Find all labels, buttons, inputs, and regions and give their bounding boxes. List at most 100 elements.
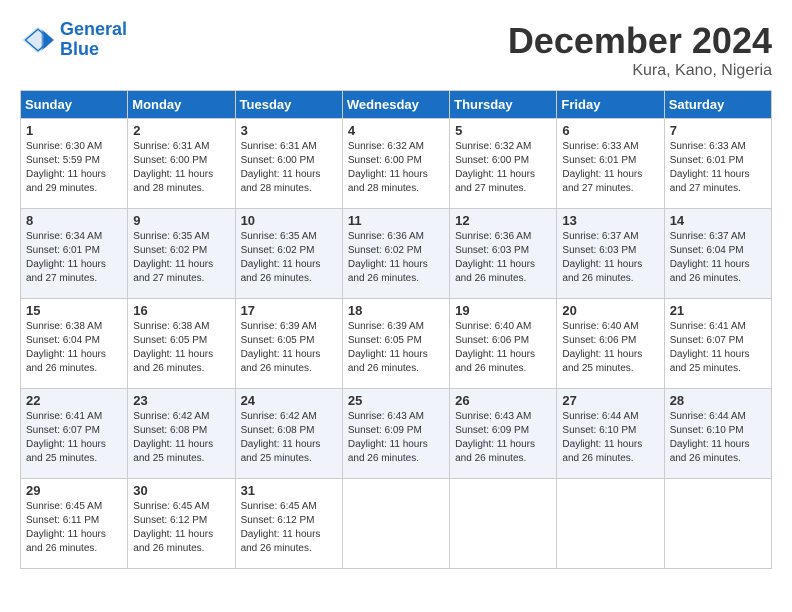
- day-number: 6: [562, 123, 658, 138]
- calendar-cell: 18Sunrise: 6:39 AMSunset: 6:05 PMDayligh…: [342, 299, 449, 389]
- logo: General Blue: [20, 20, 127, 60]
- calendar-cell: 30Sunrise: 6:45 AMSunset: 6:12 PMDayligh…: [128, 479, 235, 569]
- day-info: Sunrise: 6:40 AMSunset: 6:06 PMDaylight:…: [455, 320, 551, 376]
- calendar-cell: 6 Sunrise: 6:33 AMSunset: 6:01 PMDaylight…: [557, 119, 664, 209]
- calendar-cell: 11 Sunrise: 6:36 AMSunset: 6:02 PMDayligh…: [342, 209, 449, 299]
- day-info: Sunrise: 6:44 AMSunset: 6:10 PMDaylight:…: [670, 410, 766, 466]
- day-number: 1: [26, 123, 122, 138]
- calendar-cell: 3 Sunrise: 6:31 AMSunset: 6:00 PMDaylight…: [235, 119, 342, 209]
- day-number: 22: [26, 393, 122, 408]
- day-info: Sunrise: 6:39 AMSunset: 6:05 PMDaylight:…: [348, 320, 444, 376]
- calendar-cell: [450, 479, 557, 569]
- calendar-subtitle: Kura, Kano, Nigeria: [508, 62, 772, 80]
- calendar-cell: 27 Sunrise: 6:44 AMSunset: 6:10 PMDayligh…: [557, 389, 664, 479]
- day-info: Sunrise: 6:36 AMSunset: 6:02 PMDaylight:…: [348, 230, 444, 286]
- calendar-cell: 23 Sunrise: 6:42 AMSunset: 6:08 PMDayligh…: [128, 389, 235, 479]
- day-info: Sunrise: 6:32 AMSunset: 6:00 PMDaylight:…: [455, 140, 551, 196]
- day-number: 14: [670, 213, 766, 228]
- day-number: 31: [241, 483, 337, 498]
- day-info: Sunrise: 6:31 AMSunset: 6:00 PMDaylight:…: [133, 140, 229, 196]
- week-row-2: 8Sunrise: 6:34 AMSunset: 6:01 PMDaylight…: [21, 209, 772, 299]
- logo-icon: [20, 22, 56, 58]
- week-row-4: 22Sunrise: 6:41 AMSunset: 6:07 PMDayligh…: [21, 389, 772, 479]
- title-area: December 2024 Kura, Kano, Nigeria: [508, 20, 772, 80]
- calendar-table: SundayMondayTuesdayWednesdayThursdayFrid…: [20, 90, 772, 569]
- day-info: Sunrise: 6:37 AMSunset: 6:04 PMDaylight:…: [670, 230, 766, 286]
- calendar-cell: 10Sunrise: 6:35 AMSunset: 6:02 PMDayligh…: [235, 209, 342, 299]
- calendar-cell: 20 Sunrise: 6:40 AMSunset: 6:06 PMDayligh…: [557, 299, 664, 389]
- day-info: Sunrise: 6:38 AMSunset: 6:04 PMDaylight:…: [26, 320, 122, 376]
- calendar-cell: 22Sunrise: 6:41 AMSunset: 6:07 PMDayligh…: [21, 389, 128, 479]
- calendar-cell: 12 Sunrise: 6:36 AMSunset: 6:03 PMDayligh…: [450, 209, 557, 299]
- header-saturday: Saturday: [664, 91, 771, 119]
- logo-text: General Blue: [60, 20, 127, 60]
- calendar-cell: 4Sunrise: 6:32 AMSunset: 6:00 PMDaylight…: [342, 119, 449, 209]
- calendar-cell: 7Sunrise: 6:33 AMSunset: 6:01 PMDaylight…: [664, 119, 771, 209]
- day-info: Sunrise: 6:45 AMSunset: 6:11 PMDaylight:…: [26, 500, 122, 556]
- header-friday: Friday: [557, 91, 664, 119]
- day-info: Sunrise: 6:45 AMSunset: 6:12 PMDaylight:…: [241, 500, 337, 556]
- calendar-cell: 8Sunrise: 6:34 AMSunset: 6:01 PMDaylight…: [21, 209, 128, 299]
- calendar-cell: 24 Sunrise: 6:42 AMSunset: 6:08 PMDayligh…: [235, 389, 342, 479]
- day-info: Sunrise: 6:42 AMSunset: 6:08 PMDaylight:…: [133, 410, 229, 466]
- day-number: 15: [26, 303, 122, 318]
- day-info: Sunrise: 6:30 AMSunset: 5:59 PMDaylight:…: [26, 140, 122, 196]
- day-info: Sunrise: 6:32 AMSunset: 6:00 PMDaylight:…: [348, 140, 444, 196]
- calendar-cell: 29 Sunrise: 6:45 AMSunset: 6:11 PMDayligh…: [21, 479, 128, 569]
- header-tuesday: Tuesday: [235, 91, 342, 119]
- calendar-cell: 2 Sunrise: 6:31 AMSunset: 6:00 PMDaylight…: [128, 119, 235, 209]
- calendar-cell: 9Sunrise: 6:35 AMSunset: 6:02 PMDaylight…: [128, 209, 235, 299]
- calendar-cell: [342, 479, 449, 569]
- calendar-cell: 21 Sunrise: 6:41 AMSunset: 6:07 PMDayligh…: [664, 299, 771, 389]
- calendar-cell: 15 Sunrise: 6:38 AMSunset: 6:04 PMDayligh…: [21, 299, 128, 389]
- calendar-cell: 5 Sunrise: 6:32 AMSunset: 6:00 PMDaylight…: [450, 119, 557, 209]
- day-number: 16: [133, 303, 229, 318]
- logo-line1: General: [60, 19, 127, 39]
- day-number: 11: [348, 213, 444, 228]
- day-info: Sunrise: 6:43 AMSunset: 6:09 PMDaylight:…: [455, 410, 551, 466]
- day-info: Sunrise: 6:38 AMSunset: 6:05 PMDaylight:…: [133, 320, 229, 376]
- calendar-cell: [557, 479, 664, 569]
- calendar-cell: 28 Sunrise: 6:44 AMSunset: 6:10 PMDayligh…: [664, 389, 771, 479]
- day-number: 23: [133, 393, 229, 408]
- day-info: Sunrise: 6:41 AMSunset: 6:07 PMDaylight:…: [670, 320, 766, 376]
- calendar-cell: 14 Sunrise: 6:37 AMSunset: 6:04 PMDayligh…: [664, 209, 771, 299]
- day-info: Sunrise: 6:42 AMSunset: 6:08 PMDaylight:…: [241, 410, 337, 466]
- calendar-cell: 31 Sunrise: 6:45 AMSunset: 6:12 PMDayligh…: [235, 479, 342, 569]
- day-number: 26: [455, 393, 551, 408]
- day-number: 2: [133, 123, 229, 138]
- header-thursday: Thursday: [450, 91, 557, 119]
- day-info: Sunrise: 6:43 AMSunset: 6:09 PMDaylight:…: [348, 410, 444, 466]
- calendar-cell: 26 Sunrise: 6:43 AMSunset: 6:09 PMDayligh…: [450, 389, 557, 479]
- day-info: Sunrise: 6:37 AMSunset: 6:03 PMDaylight:…: [562, 230, 658, 286]
- day-info: Sunrise: 6:31 AMSunset: 6:00 PMDaylight:…: [241, 140, 337, 196]
- calendar-header-row: SundayMondayTuesdayWednesdayThursdayFrid…: [21, 91, 772, 119]
- day-info: Sunrise: 6:35 AMSunset: 6:02 PMDaylight:…: [133, 230, 229, 286]
- day-info: Sunrise: 6:44 AMSunset: 6:10 PMDaylight:…: [562, 410, 658, 466]
- day-number: 24: [241, 393, 337, 408]
- day-number: 20: [562, 303, 658, 318]
- day-number: 27: [562, 393, 658, 408]
- day-number: 30: [133, 483, 229, 498]
- day-number: 5: [455, 123, 551, 138]
- calendar-cell: 17Sunrise: 6:39 AMSunset: 6:05 PMDayligh…: [235, 299, 342, 389]
- day-number: 29: [26, 483, 122, 498]
- header-sunday: Sunday: [21, 91, 128, 119]
- week-row-1: 1 Sunrise: 6:30 AMSunset: 5:59 PMDaylight…: [21, 119, 772, 209]
- day-number: 28: [670, 393, 766, 408]
- calendar-cell: 13Sunrise: 6:37 AMSunset: 6:03 PMDayligh…: [557, 209, 664, 299]
- day-info: Sunrise: 6:40 AMSunset: 6:06 PMDaylight:…: [562, 320, 658, 376]
- header-wednesday: Wednesday: [342, 91, 449, 119]
- day-number: 12: [455, 213, 551, 228]
- day-number: 7: [670, 123, 766, 138]
- week-row-3: 15 Sunrise: 6:38 AMSunset: 6:04 PMDayligh…: [21, 299, 772, 389]
- day-info: Sunrise: 6:36 AMSunset: 6:03 PMDaylight:…: [455, 230, 551, 286]
- day-info: Sunrise: 6:33 AMSunset: 6:01 PMDaylight:…: [562, 140, 658, 196]
- day-number: 3: [241, 123, 337, 138]
- calendar-cell: 1 Sunrise: 6:30 AMSunset: 5:59 PMDaylight…: [21, 119, 128, 209]
- header: General Blue December 2024 Kura, Kano, N…: [20, 20, 772, 80]
- day-number: 8: [26, 213, 122, 228]
- calendar-cell: 25 Sunrise: 6:43 AMSunset: 6:09 PMDayligh…: [342, 389, 449, 479]
- day-number: 25: [348, 393, 444, 408]
- day-number: 21: [670, 303, 766, 318]
